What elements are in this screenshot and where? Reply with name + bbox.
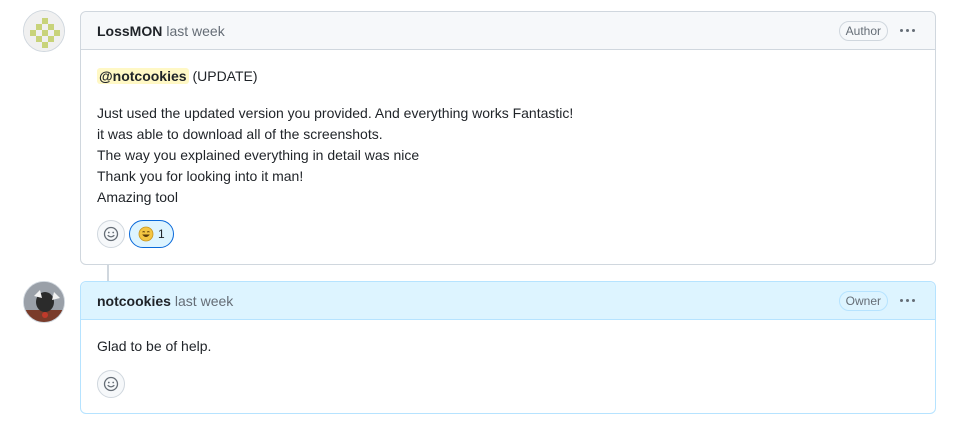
comment-text: Glad to be of help. — [97, 338, 212, 354]
comment-card-owner: notcookies last week Owner Glad to be of… — [80, 281, 936, 414]
avatar-lossmon[interactable] — [23, 10, 65, 52]
comment-timestamp[interactable]: last week — [175, 293, 233, 309]
comment-card: LossMON last week Author @notcookies (UP… — [80, 11, 936, 265]
role-badge: Author — [838, 20, 888, 41]
comment-line: Amazing tool — [97, 189, 178, 205]
avatar-notcookies[interactable] — [23, 281, 65, 323]
smiley-icon — [103, 226, 119, 242]
comment-header: notcookies last week Owner — [81, 282, 935, 320]
timeline-connector — [107, 264, 109, 282]
identicon-icon — [24, 11, 64, 51]
comment-header: LossMON last week Author — [81, 12, 935, 50]
comment-line: Just used the updated version you provid… — [97, 105, 574, 121]
reactions-bar: 1 — [81, 220, 190, 248]
author-name[interactable]: LossMON — [97, 23, 162, 39]
reactions-bar — [81, 370, 141, 398]
mention-line: @notcookies (UPDATE) — [97, 66, 919, 87]
more-options-icon[interactable] — [896, 295, 919, 306]
user-mention-link[interactable]: @notcookies — [97, 68, 189, 84]
laugh-emoji-icon — [138, 226, 154, 242]
reaction-count: 1 — [158, 227, 165, 241]
comment-text: Just used the updated version you provid… — [97, 103, 919, 208]
more-options-icon[interactable] — [896, 25, 919, 36]
add-reaction-button[interactable] — [97, 370, 125, 398]
comment-line: it was able to download all of the scree… — [97, 126, 383, 142]
comment-line: Thank you for looking into it man! — [97, 168, 304, 184]
comment-line: The way you explained everything in deta… — [97, 147, 420, 163]
comment-body: Glad to be of help. — [81, 320, 935, 357]
role-badge: Owner — [838, 290, 888, 311]
comment-body: @notcookies (UPDATE) Just used the updat… — [81, 50, 935, 208]
author-name[interactable]: notcookies — [97, 293, 171, 309]
comment-timestamp[interactable]: last week — [166, 23, 224, 39]
smiley-icon — [103, 376, 119, 392]
mention-suffix: (UPDATE) — [188, 68, 258, 84]
profile-photo-icon — [24, 282, 64, 322]
add-reaction-button[interactable] — [97, 220, 125, 248]
laugh-reaction-button[interactable]: 1 — [129, 220, 174, 248]
